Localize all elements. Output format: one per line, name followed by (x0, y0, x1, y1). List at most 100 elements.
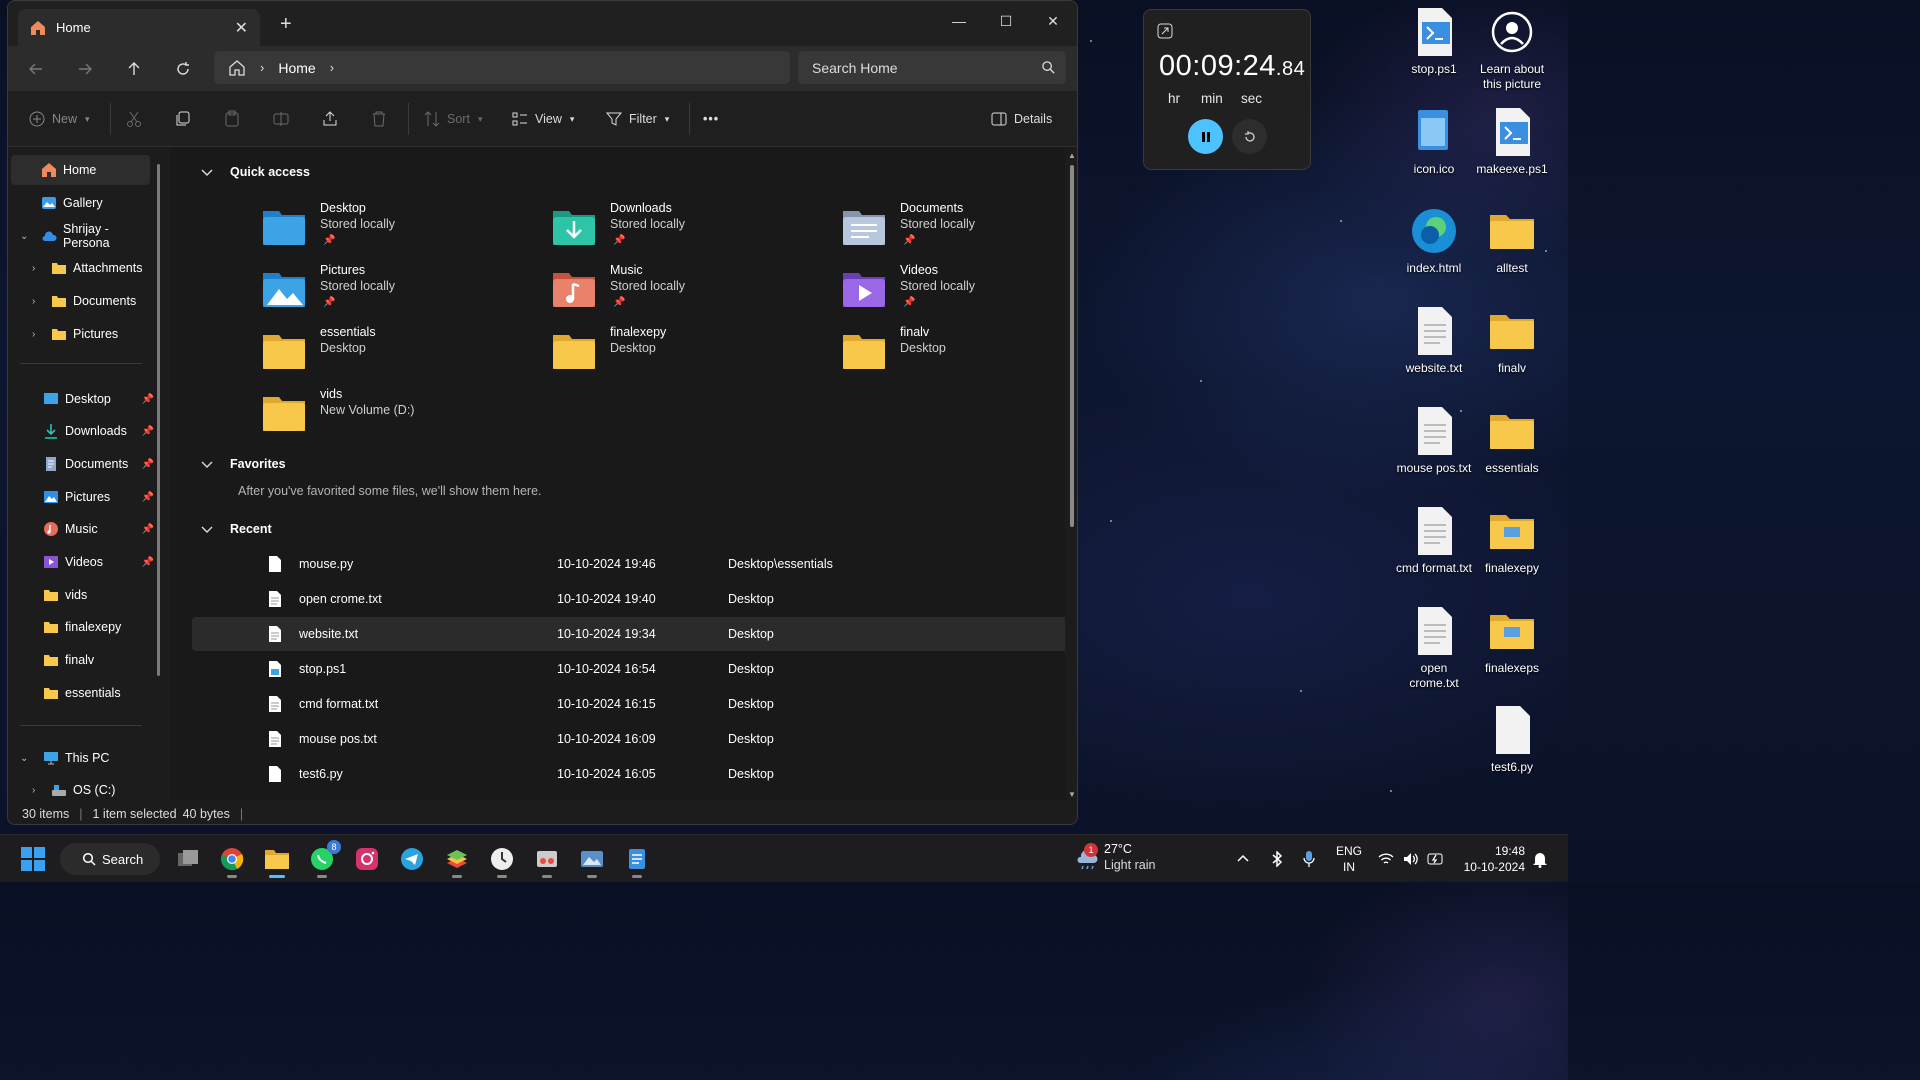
show-hidden-icons[interactable] (1236, 835, 1250, 883)
whatsapp-taskbar-button[interactable]: 8 (307, 840, 341, 878)
quick-access-finalv[interactable]: finalv Desktop (841, 325, 1065, 387)
desktop-icon-stop-ps1[interactable]: stop.ps1 (1395, 6, 1473, 77)
bluestacks-taskbar-button[interactable] (442, 844, 472, 878)
file-explorer-taskbar-button[interactable] (262, 844, 292, 878)
chevron-right-icon[interactable]: › (32, 785, 35, 796)
notifications-button[interactable] (1532, 835, 1548, 883)
instagram-taskbar-button[interactable] (352, 844, 382, 874)
cut-button[interactable] (125, 108, 143, 130)
input-language[interactable]: ENG IN (1336, 843, 1362, 875)
sidebar-item-pictures[interactable]: Pictures 📌 (8, 482, 156, 512)
quick-access-pictures[interactable]: Pictures Stored locally 📌 (261, 263, 541, 325)
rename-button[interactable] (272, 108, 290, 130)
address-bar[interactable]: › Home › (214, 51, 790, 84)
microphone-tray-icon[interactable] (1302, 835, 1316, 883)
content-scrollbar[interactable]: ▲ ▼ (1067, 151, 1077, 799)
sidebar-item-desktop[interactable]: Desktop 📌 (8, 384, 156, 414)
copy-button[interactable] (174, 108, 192, 130)
wifi-tray-icon[interactable] (1378, 835, 1394, 883)
refresh-button[interactable] (168, 54, 198, 84)
quick-access-desktop[interactable]: Desktop Stored locally 📌 (261, 201, 541, 263)
quick-access-videos[interactable]: Videos Stored locally 📌 (841, 263, 1065, 325)
bluetooth-tray-icon[interactable] (1270, 835, 1284, 883)
paste-button[interactable] (223, 108, 241, 130)
scroll-down-arrow[interactable]: ▼ (1067, 790, 1077, 799)
chevron-down-icon[interactable]: ⌄ (20, 231, 28, 242)
sidebar-item-os-c[interactable]: › OS (C:) (8, 775, 156, 800)
sidebar-item-finalv[interactable]: finalv (8, 645, 156, 675)
desktop-icon-website-txt[interactable]: website.txt (1395, 305, 1473, 376)
sort-button[interactable]: Sort ▾ (423, 108, 482, 130)
desktop-icon-makeexe-ps1[interactable]: makeexe.ps1 (1473, 106, 1551, 177)
desktop-icon-index-html[interactable]: index.html (1395, 205, 1473, 276)
sidebar-item-documents[interactable]: Documents 📌 (8, 449, 156, 479)
quick-access-music[interactable]: Music Stored locally 📌 (551, 263, 831, 325)
sidebar-item-downloads[interactable]: Downloads 📌 (8, 416, 156, 446)
sidebar-item-attachments[interactable]: › Attachments (8, 253, 156, 283)
desktop-icon-finalv[interactable]: finalv (1473, 305, 1551, 376)
tab-home[interactable]: Home ✕ (18, 9, 260, 46)
new-tab-button[interactable]: + (280, 14, 292, 34)
sidebar-scrollbar[interactable] (157, 164, 160, 676)
quick-access-header[interactable]: Quick access (200, 165, 310, 179)
forward-button[interactable] (70, 54, 100, 84)
taskbar-search[interactable]: Search (60, 843, 160, 875)
expand-icon[interactable] (1157, 23, 1173, 39)
scroll-up-arrow[interactable]: ▲ (1067, 151, 1077, 160)
recent-row[interactable]: cmd format.txt 10-10-2024 16:15 Desktop (192, 687, 1065, 721)
task-view-button[interactable] (173, 844, 203, 874)
chevron-right-icon[interactable]: › (330, 60, 334, 75)
quick-access-vids[interactable]: vids New Volume (D:) (261, 387, 541, 449)
minimize-button[interactable]: — (936, 6, 982, 36)
view-button[interactable]: View ▾ (511, 108, 574, 130)
pause-button[interactable] (1188, 119, 1223, 154)
sidebar-item-essentials[interactable]: essentials (8, 678, 156, 708)
recent-row[interactable]: website.txt 10-10-2024 19:34 Desktop (192, 617, 1065, 651)
reset-button[interactable] (1232, 119, 1267, 154)
telegram-taskbar-button[interactable] (397, 844, 427, 874)
battery-tray-icon[interactable] (1427, 835, 1445, 883)
desktop-icon-alltest[interactable]: alltest (1473, 205, 1551, 276)
more-options-button[interactable]: ••• (703, 108, 719, 130)
scrollbar-thumb[interactable] (1070, 165, 1074, 527)
sidebar-item-od-pictures[interactable]: › Pictures (8, 319, 156, 349)
notepad-taskbar-button[interactable] (622, 844, 652, 878)
sidebar-item-od-documents[interactable]: › Documents (8, 286, 156, 316)
quick-access-essentials[interactable]: essentials Desktop (261, 325, 541, 387)
clock-app-taskbar-button[interactable] (487, 844, 517, 878)
breadcrumb-home[interactable]: Home (278, 60, 315, 76)
sidebar-item-gallery[interactable]: Gallery (8, 188, 156, 218)
desktop-icon-mouse-pos-txt[interactable]: mouse pos.txt (1395, 405, 1473, 476)
sidebar-item-vids[interactable]: vids (8, 580, 156, 610)
desktop-icon-open-crome-txt[interactable]: open crome.txt (1395, 605, 1473, 691)
close-window-button[interactable]: ✕ (1030, 6, 1076, 36)
sidebar-item-music[interactable]: Music 📌 (8, 514, 156, 544)
quick-access-finalexepy[interactable]: finalexepy Desktop (551, 325, 831, 387)
system-clock[interactable]: 19:48 10-10-2024 (1455, 843, 1525, 875)
new-button[interactable]: New ▾ (28, 108, 90, 130)
recent-row[interactable]: mouse pos.txt 10-10-2024 16:09 Desktop (192, 722, 1065, 756)
sidebar-item-this-pc[interactable]: ⌄ This PC (8, 743, 156, 773)
up-button[interactable] (119, 54, 149, 84)
details-button[interactable]: Details (990, 108, 1052, 130)
desktop-icon-icon-ico[interactable]: icon.ico (1395, 106, 1473, 177)
desktop-icon-finalexepy[interactable]: finalexepy (1473, 505, 1551, 576)
sidebar-item-videos[interactable]: Videos 📌 (8, 547, 156, 577)
desktop-icon-cmd-format-txt[interactable]: cmd format.txt (1395, 505, 1473, 576)
sidebar-item-onedrive[interactable]: ⌄ Shrijay - Persona (8, 221, 156, 251)
chevron-right-icon[interactable]: › (32, 296, 35, 307)
desktop-icon-finalexeps[interactable]: finalexeps (1473, 605, 1551, 676)
start-button[interactable] (18, 844, 48, 874)
filter-button[interactable]: Filter ▾ (605, 108, 669, 130)
maximize-button[interactable]: ☐ (983, 6, 1029, 36)
recent-row[interactable]: open crome.txt 10-10-2024 19:40 Desktop (192, 582, 1065, 616)
favorites-header[interactable]: Favorites (200, 457, 286, 471)
recent-row[interactable]: mouse.py 10-10-2024 19:46 Desktop\essent… (192, 547, 1065, 581)
sidebar-item-home[interactable]: Home (11, 155, 150, 185)
desktop-icon-learn-about-picture[interactable]: Learn about this picture (1473, 6, 1551, 92)
desktop-icon-test6-py[interactable]: test6.py (1473, 704, 1551, 775)
sidebar-item-finalexepy[interactable]: finalexepy (8, 612, 156, 642)
share-button[interactable] (321, 108, 339, 130)
recent-header[interactable]: Recent (200, 522, 272, 536)
back-button[interactable] (21, 54, 51, 84)
